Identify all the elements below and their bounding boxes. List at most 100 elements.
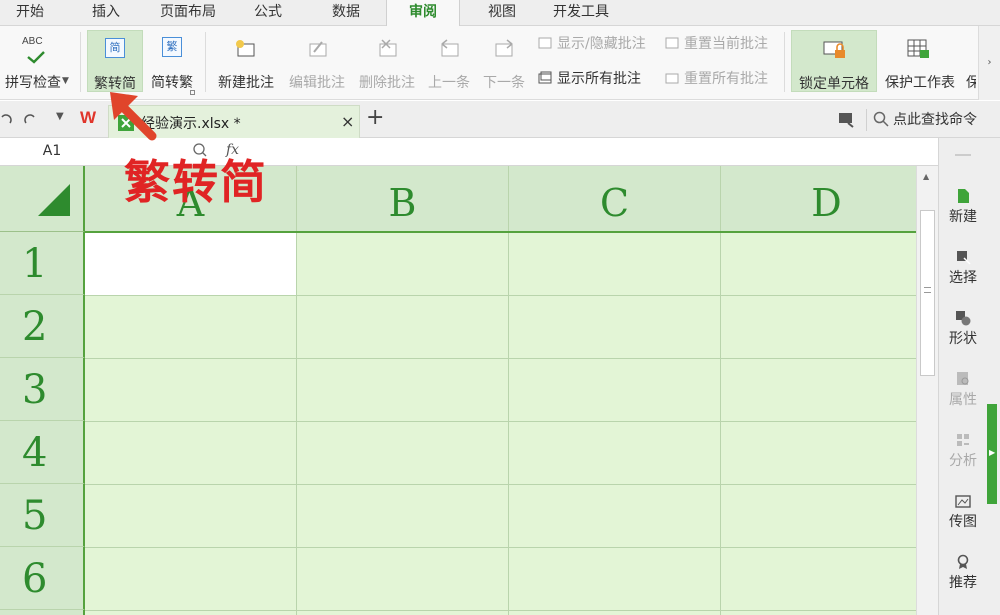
row-header-7[interactable] [0, 610, 85, 615]
reset-current-comment-button[interactable]: 重置当前批注 [664, 33, 768, 55]
edit-comment-label: 编辑批注 [289, 75, 345, 91]
pane-item-shape[interactable]: 形状 [939, 310, 987, 348]
prev-comment-icon [441, 39, 459, 57]
grip-icon [924, 287, 931, 293]
tab-page-layout[interactable]: 页面布局 [148, 0, 228, 26]
lock-cell-button[interactable]: 锁定单元格 [791, 30, 877, 92]
simp-to-trad-button[interactable]: 繁 简转繁 [145, 30, 199, 95]
gridline [85, 358, 916, 359]
ribbon-scroll-right-icon[interactable]: › [978, 26, 1000, 100]
gridline [296, 232, 297, 615]
feedback-icon[interactable] [838, 111, 856, 129]
row-header-3[interactable]: 3 [0, 358, 85, 421]
gridline [85, 547, 916, 548]
new-tab-icon[interactable]: + [366, 105, 384, 130]
undo-icon[interactable] [0, 109, 16, 129]
reset-all-comments-label: 重置所有批注 [684, 71, 768, 87]
prev-comment-button[interactable]: 上一条 [424, 30, 474, 92]
column-header-c[interactable]: C [509, 166, 721, 232]
new-comment-label: 新建批注 [218, 75, 274, 91]
checkmark-icon [27, 51, 45, 64]
dialog-launcher-icon[interactable] [190, 90, 195, 95]
new-comment-icon [236, 40, 255, 57]
tab-insert[interactable]: 插入 [76, 0, 136, 26]
pane-item-recommend[interactable]: 推荐 [939, 554, 987, 592]
column-header-d[interactable]: D [721, 166, 916, 232]
tab-review[interactable]: 审阅 [386, 0, 460, 27]
pane-item-select[interactable]: 选择 [939, 249, 987, 287]
delete-comment-label: 删除批注 [359, 75, 415, 91]
select-cursor-icon [957, 251, 971, 265]
spreadsheet-grid[interactable]: A B C D 1 2 3 4 5 6 [0, 166, 916, 615]
name-box[interactable]: A1 [20, 143, 84, 159]
lock-cell-icon [823, 41, 845, 58]
wps-logo-icon[interactable]: W [80, 108, 102, 130]
row-header-2[interactable]: 2 [0, 295, 85, 358]
close-tab-icon[interactable]: × [341, 112, 354, 131]
properties-icon [957, 372, 969, 385]
tab-developer[interactable]: 开发工具 [544, 0, 618, 26]
show-all-comments-icon [538, 71, 552, 84]
new-comment-button[interactable]: 新建批注 [212, 30, 280, 92]
column-header-b[interactable]: B [297, 166, 509, 232]
delete-comment-button[interactable]: 删除批注 [354, 30, 420, 92]
gridline [720, 232, 721, 615]
divider [80, 32, 81, 92]
pane-item-analysis[interactable]: 分析 [939, 432, 987, 470]
reset-all-comments-button[interactable]: 重置所有批注 [664, 68, 768, 90]
divider [205, 32, 206, 92]
reset-all-comments-icon [665, 73, 679, 84]
tab-view[interactable]: 视图 [472, 0, 532, 26]
reset-current-comment-icon [665, 37, 679, 49]
show-all-comments-label: 显示所有批注 [557, 71, 641, 87]
gridline [508, 232, 509, 615]
pane-collapse-handle[interactable]: ▶ [987, 404, 997, 504]
protect-sheet-button[interactable]: 保护工作表 [880, 30, 960, 92]
menu-tab-bar: 开始 插入 页面布局 公式 数据 审阅 视图 开发工具 [0, 0, 1000, 27]
tab-data[interactable]: 数据 [316, 0, 376, 26]
chevron-right-icon: ▶ [989, 448, 996, 457]
row-header-6[interactable]: 6 [0, 547, 85, 610]
tab-formulas[interactable]: 公式 [238, 0, 298, 26]
pane-item-new[interactable]: 新建 [939, 188, 987, 226]
divider [784, 32, 785, 92]
row-header-1[interactable]: 1 [0, 232, 85, 295]
scroll-thumb[interactable] [920, 210, 935, 376]
pane-item-label: 推荐 [949, 575, 977, 591]
scroll-up-icon[interactable]: ▲ [923, 172, 929, 181]
pane-item-upload-image[interactable]: 传图 [939, 493, 987, 531]
edit-comment-button[interactable]: 编辑批注 [284, 30, 350, 92]
edit-comment-icon [309, 41, 327, 57]
vertical-scrollbar[interactable]: ▲ [916, 166, 938, 615]
task-pane: 新建 选择 形状 属性 分析 传图 推荐 ▶ [938, 138, 1000, 615]
pane-item-label: 传图 [949, 514, 977, 530]
row-header-4[interactable]: 4 [0, 421, 85, 484]
spellcheck-button[interactable]: ABC 拼写检查 ▼ [0, 30, 72, 92]
pane-item-properties[interactable]: 属性 [939, 371, 987, 409]
abc-icon: ABC [22, 36, 43, 47]
gridline [85, 421, 916, 422]
next-comment-button[interactable]: 下一条 [478, 30, 530, 92]
lock-cell-label: 锁定单元格 [799, 76, 869, 92]
truncated-ribbon-button[interactable]: 保 [962, 30, 976, 92]
show-all-comments-button[interactable]: 显示所有批注 [537, 68, 641, 90]
pane-item-label: 分析 [949, 453, 977, 469]
pane-item-label: 属性 [949, 392, 977, 408]
search-icon [873, 111, 889, 127]
show-hide-comment-button[interactable]: 显示/隐藏批注 [537, 33, 646, 55]
row-header-5[interactable]: 5 [0, 484, 85, 547]
prev-comment-label: 上一条 [428, 75, 470, 91]
quick-access-dropdown-icon[interactable]: ▼ [56, 111, 64, 122]
trad-to-simp-button[interactable]: 简 繁转简 [87, 30, 143, 92]
chevron-down-icon[interactable]: ▼ [62, 76, 69, 86]
trad-to-simp-icon: 简 [105, 38, 125, 58]
command-search[interactable]: 点此查找命令 [866, 109, 977, 131]
next-comment-icon [495, 39, 513, 57]
redo-icon[interactable] [20, 109, 40, 129]
tab-home[interactable]: 开始 [0, 0, 60, 26]
pane-item-label: 形状 [949, 331, 977, 347]
active-cell-a1[interactable] [85, 232, 297, 295]
delete-comment-icon [379, 39, 397, 57]
select-all-corner[interactable] [0, 166, 85, 232]
gridline [85, 295, 916, 296]
